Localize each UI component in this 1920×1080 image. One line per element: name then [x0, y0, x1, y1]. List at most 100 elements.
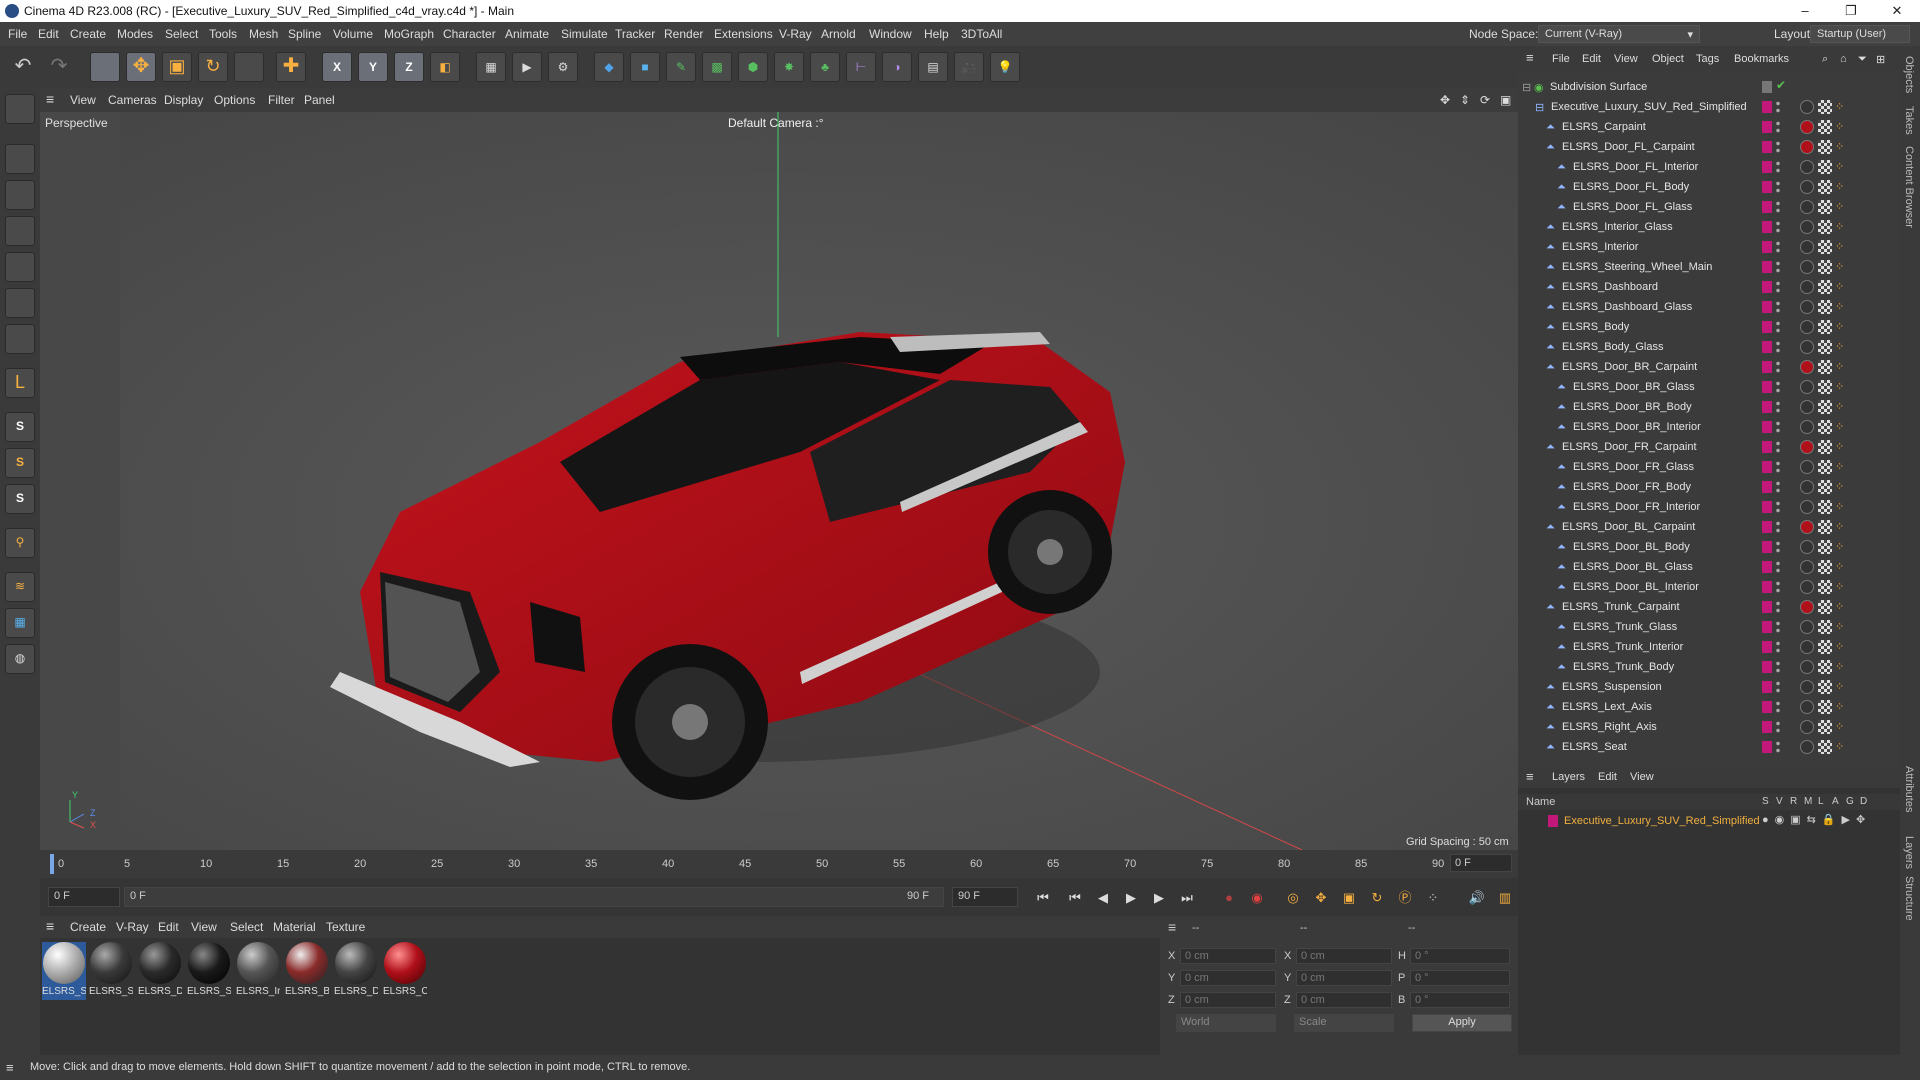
rotation-p-field[interactable]: 0 °: [1410, 970, 1510, 986]
layer-swatch[interactable]: [1762, 581, 1772, 593]
menu-tools[interactable]: Tools: [209, 27, 237, 41]
phong-tag-icon[interactable]: ⁘: [1835, 180, 1844, 193]
layer-swatch[interactable]: [1762, 561, 1772, 573]
object-row[interactable]: ⏶ ELSRS_Trunk_Body ⁘: [1520, 658, 1882, 678]
uv-mode-icon[interactable]: [5, 324, 35, 354]
material-tag-icon[interactable]: [1800, 620, 1814, 634]
size-y-field[interactable]: 0 cm: [1296, 970, 1392, 986]
object-row[interactable]: ⏶ ELSRS_Door_BL_Carpaint ⁘: [1520, 518, 1882, 538]
magnet-icon[interactable]: ⚲: [5, 528, 35, 558]
filter-icon[interactable]: ⏷: [1858, 53, 1867, 66]
move-tool-icon[interactable]: ✥: [126, 52, 156, 82]
rotate-tool-icon[interactable]: ↻: [198, 52, 228, 82]
light-icon[interactable]: 💡: [990, 52, 1020, 82]
layer-swatch[interactable]: [1762, 621, 1772, 633]
key-parameter-icon[interactable]: Ⓟ: [1394, 887, 1416, 909]
material-swatch[interactable]: ELSRS_S: [89, 942, 133, 1000]
layer-swatch[interactable]: [1762, 261, 1772, 273]
layer-swatch[interactable]: [1762, 741, 1772, 753]
play-icon[interactable]: ▶: [1120, 887, 1142, 909]
uvw-tag-icon[interactable]: [1818, 460, 1832, 474]
visibility-dots-icon[interactable]: [1776, 260, 1780, 274]
visibility-dots-icon[interactable]: [1776, 560, 1780, 574]
layer-swatch[interactable]: [1762, 441, 1772, 453]
quantize-icon[interactable]: S: [5, 484, 35, 514]
current-frame-field[interactable]: 0 F: [48, 887, 120, 907]
layer-swatch[interactable]: [1762, 521, 1772, 533]
make-editable-icon[interactable]: [5, 94, 35, 124]
uvw-tag-icon[interactable]: [1818, 480, 1832, 494]
layout-dropdown[interactable]: Startup (User): [1810, 25, 1910, 43]
layer-swatch[interactable]: [1762, 421, 1772, 433]
visibility-dots-icon[interactable]: [1776, 540, 1780, 554]
phong-tag-icon[interactable]: ⁘: [1835, 720, 1844, 733]
size-x-field[interactable]: 0 cm: [1296, 948, 1392, 964]
grid-icon[interactable]: ▦: [5, 608, 35, 638]
extrude-icon[interactable]: ⬢: [738, 52, 768, 82]
visibility-dots-icon[interactable]: [1776, 720, 1780, 734]
material-tag-icon[interactable]: [1800, 560, 1814, 574]
material-tag-icon[interactable]: [1800, 640, 1814, 654]
layer-swatch[interactable]: [1762, 81, 1772, 93]
menu-mesh[interactable]: Mesh: [249, 27, 278, 41]
object-menu-view[interactable]: View: [1614, 53, 1638, 65]
pen-spline-icon[interactable]: ✎: [666, 52, 696, 82]
hamburger-icon[interactable]: ≡: [46, 91, 54, 107]
x-axis-lock-icon[interactable]: X: [322, 52, 352, 82]
menu-vray[interactable]: V-Ray: [779, 27, 812, 41]
material-tag-icon[interactable]: [1800, 200, 1814, 214]
uvw-tag-icon[interactable]: [1818, 620, 1832, 634]
visibility-dots-icon[interactable]: [1776, 640, 1780, 654]
visibility-dots-icon[interactable]: [1776, 460, 1780, 474]
phong-tag-icon[interactable]: ⁘: [1835, 260, 1844, 273]
phong-tag-icon[interactable]: ⁘: [1835, 560, 1844, 573]
phong-tag-icon[interactable]: ⁘: [1835, 480, 1844, 493]
material-menu-texture[interactable]: Texture: [326, 920, 365, 934]
material-tag-icon[interactable]: [1800, 160, 1814, 174]
timeline-frame-field[interactable]: 0 F: [1450, 854, 1512, 872]
uvw-tag-icon[interactable]: [1818, 680, 1832, 694]
material-swatch[interactable]: ELSRS_B: [285, 942, 329, 1000]
uvw-tag-icon[interactable]: [1818, 360, 1832, 374]
menu-window[interactable]: Window: [869, 27, 912, 41]
material-swatch[interactable]: ELSRS_Ir: [236, 942, 280, 1000]
material-swatch[interactable]: ELSRS_C: [383, 942, 427, 1000]
uvw-tag-icon[interactable]: [1818, 240, 1832, 254]
hamburger-icon[interactable]: ≡: [1526, 769, 1534, 784]
material-tag-icon[interactable]: [1800, 740, 1814, 754]
object-row[interactable]: ⏶ ELSRS_Door_FL_Glass ⁘: [1520, 198, 1882, 218]
render-view-icon[interactable]: ▦: [476, 52, 506, 82]
material-tag-icon[interactable]: [1800, 180, 1814, 194]
uvw-tag-icon[interactable]: [1818, 160, 1832, 174]
visibility-dots-icon[interactable]: [1776, 380, 1780, 394]
pan-view-icon[interactable]: ✥: [1440, 93, 1450, 107]
model-mode-icon[interactable]: [5, 144, 35, 174]
hamburger-icon[interactable]: ≡: [1526, 50, 1534, 65]
uvw-tag-icon[interactable]: [1818, 280, 1832, 294]
axis-mode-icon[interactable]: L: [5, 368, 35, 398]
uvw-tag-icon[interactable]: [1818, 740, 1832, 754]
record-icon[interactable]: ●: [1218, 887, 1240, 909]
material-tag-icon[interactable]: [1800, 340, 1814, 354]
position-z-field[interactable]: 0 cm: [1180, 992, 1276, 1008]
layer-swatch[interactable]: [1762, 201, 1772, 213]
points-mode-icon[interactable]: [5, 216, 35, 246]
object-row[interactable]: ⏶ ELSRS_Interior ⁘: [1520, 238, 1882, 258]
material-menu-create[interactable]: Create: [70, 920, 106, 934]
tab-structure[interactable]: Structure: [1903, 876, 1915, 921]
material-tag-icon[interactable]: [1800, 320, 1814, 334]
object-row[interactable]: ⏶ ELSRS_Seat ⁘: [1520, 738, 1882, 758]
layer-swatch[interactable]: [1762, 161, 1772, 173]
visibility-dots-icon[interactable]: [1776, 660, 1780, 674]
key-rotation-icon[interactable]: ↻: [1366, 887, 1388, 909]
layer-swatch[interactable]: [1762, 681, 1772, 693]
material-tag-icon[interactable]: [1800, 520, 1814, 534]
uvw-tag-icon[interactable]: [1818, 580, 1832, 594]
layer-swatch[interactable]: [1762, 121, 1772, 133]
3d-viewport[interactable]: [40, 112, 1518, 850]
uvw-tag-icon[interactable]: [1818, 180, 1832, 194]
scale-tool-icon[interactable]: ▣: [162, 52, 192, 82]
uvw-tag-icon[interactable]: [1818, 520, 1832, 534]
rotation-h-field[interactable]: 0 °: [1410, 948, 1510, 964]
phong-tag-icon[interactable]: ⁘: [1835, 300, 1844, 313]
